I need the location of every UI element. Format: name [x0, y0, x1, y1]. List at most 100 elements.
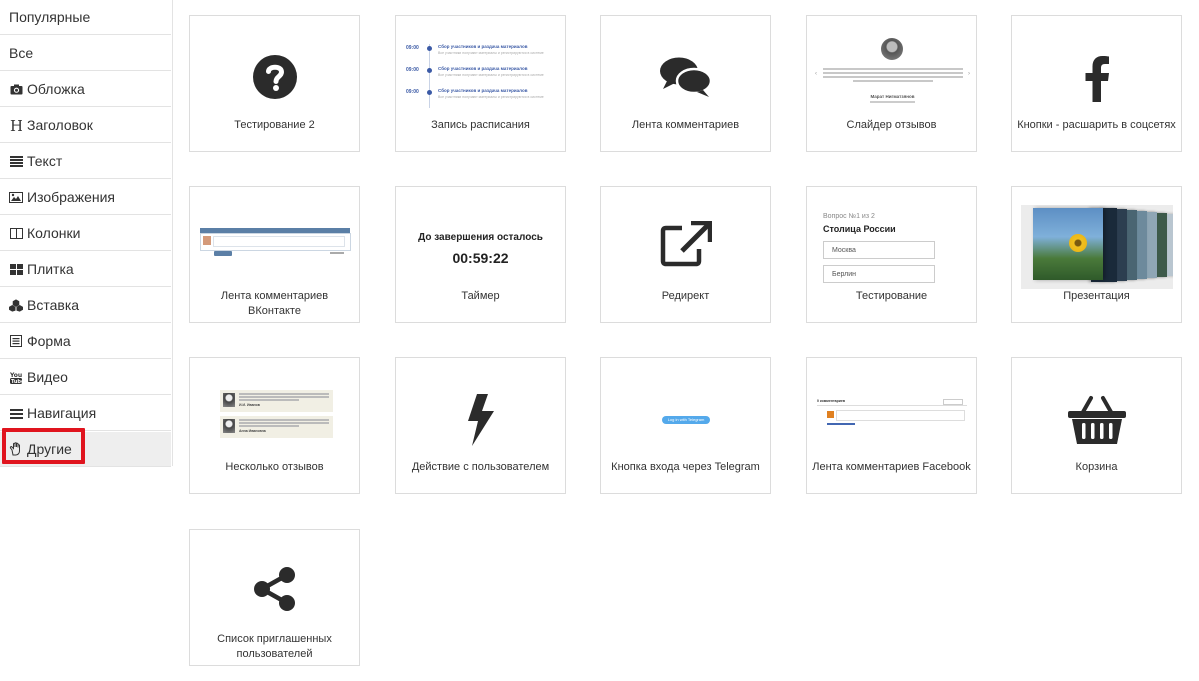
facebook-icon — [1012, 54, 1181, 102]
fb-avatar — [827, 411, 834, 418]
sidebar-item[interactable]: Навигация — [0, 396, 171, 431]
quiz-step: Вопрос №1 из 2 — [823, 213, 875, 220]
youtube-icon: YouTube — [9, 370, 23, 384]
fb-plugin — [827, 423, 855, 425]
sidebar-item[interactable]: Все — [0, 36, 171, 71]
sidebar-item-label: Форма — [27, 333, 71, 349]
fb-divider — [817, 405, 967, 406]
schedule-line — [429, 44, 430, 108]
review-line — [239, 393, 329, 395]
widget-card-label: Кнопки - расшарить в соцсетях — [1017, 119, 1176, 131]
share-icon — [190, 566, 359, 612]
fb-input — [836, 410, 965, 421]
menu-icon — [9, 406, 23, 420]
sidebar-item-label: Навигация — [27, 405, 97, 421]
quiz-option: Берлин — [823, 265, 935, 283]
widget-card[interactable]: 0 комментариев Лента комментариев Faceboo… — [806, 357, 977, 494]
widget-card[interactable]: Вопрос №1 из 2 Столица России Москва Берлин… — [806, 186, 977, 323]
widget-card-label: Тестирование — [855, 290, 928, 302]
sidebar-item-label: Изображения — [27, 189, 115, 205]
sidebar-item-label: Плитка — [27, 261, 74, 277]
schedule-desc: Все участники получают материалы и регис… — [438, 51, 544, 55]
sidebar-item-label: Видео — [27, 369, 68, 385]
widget-card-label: Действие с пользователем — [411, 461, 550, 473]
schedule-dot — [427, 46, 432, 51]
widget-card-label: Лента комментариев — [631, 119, 740, 131]
external-link-icon — [601, 221, 770, 267]
widget-card[interactable]: Кнопки - расшарить в соцсетях — [1011, 15, 1182, 152]
widget-card-label: Презентация — [1063, 290, 1130, 302]
sidebar-item[interactable]: H Заголовок — [0, 108, 171, 143]
sidebar-item[interactable]: Плитка — [0, 252, 171, 287]
arrow-right-icon: › — [968, 71, 970, 77]
review-line — [239, 396, 329, 398]
widget-card-label: Лента комментариев Facebook — [812, 461, 971, 473]
svg-text:You: You — [10, 372, 22, 379]
widget-card[interactable]: Редирект — [600, 186, 771, 323]
text-line — [823, 72, 963, 74]
sidebar-item-label: Заголовок — [27, 117, 93, 133]
sidebar-item[interactable]: Форма — [0, 324, 171, 359]
sidebar-item-label: Популярные — [9, 9, 91, 25]
sidebar-item[interactable]: YouTube Видео — [0, 360, 171, 395]
schedule-title: Сбор участников и раздача материалов — [438, 88, 528, 93]
sidebar-item-label: Обложка — [27, 81, 85, 97]
widget-card[interactable]: Список приглашенных пользователей — [189, 529, 360, 666]
sidebar-item[interactable]: Обложка — [0, 72, 171, 107]
sidebar-item[interactable]: Колонки — [0, 216, 171, 251]
widget-card[interactable]: Лента комментариев ВКонтакте — [189, 186, 360, 323]
basket-icon — [1012, 394, 1181, 446]
heading-icon: H — [9, 118, 23, 132]
reviews-preview: И.И. Иванов Анна Ивановна — [220, 390, 335, 445]
text-lines-icon — [9, 154, 23, 168]
widget-card[interactable]: Презентация — [1011, 186, 1182, 323]
widget-card[interactable]: Корзина — [1011, 357, 1182, 494]
category-sidebar: Популярные Все Обложка H Заголовок Текст Изобр… — [0, 0, 173, 467]
schedule-time: 09:00 — [406, 45, 419, 51]
review-line — [239, 419, 329, 421]
camera-icon — [9, 82, 23, 96]
schedule-time: 09:00 — [406, 67, 419, 73]
comments-icon — [601, 56, 770, 100]
sidebar-item[interactable]: Вставка — [0, 288, 171, 323]
sidebar-item[interactable]: Изображения — [0, 180, 171, 215]
vk-comments-preview — [200, 228, 351, 258]
text-line — [823, 76, 963, 78]
widget-card[interactable]: Лента комментариев — [600, 15, 771, 152]
widget-card-label: Лента комментариев ВКонтакте — [220, 290, 329, 317]
presentation-preview — [1021, 205, 1173, 289]
review-slider-preview: Марат Нигматзянов ‹ › — [815, 38, 970, 123]
review-name: Марат Нигматзянов — [870, 94, 915, 99]
cubes-icon — [9, 298, 23, 312]
sidebar-item[interactable]: Текст — [0, 144, 171, 179]
quiz-question: Столица России — [823, 224, 896, 234]
schedule-dot — [427, 68, 432, 73]
widget-card-label: Список приглашенных пользователей — [217, 633, 332, 660]
widget-card-label: Несколько отзывов — [225, 461, 324, 473]
timer-title: До завершения осталось — [418, 232, 543, 243]
sidebar-item-label: Колонки — [27, 225, 81, 241]
avatar — [881, 38, 903, 60]
review-avatar — [223, 393, 235, 407]
widget-card[interactable]: Марат Нигматзянов ‹ › Слайдер отзывов — [806, 15, 977, 152]
form-icon — [9, 334, 23, 348]
review-author: И.И. Иванов — [239, 403, 260, 407]
widget-card[interactable]: Действие с пользователем — [395, 357, 566, 494]
tiles-icon — [9, 262, 23, 276]
text-line — [853, 80, 933, 82]
telegram-login-preview: Log in with Telegram — [662, 416, 710, 424]
widget-card[interactable]: 09:00 Сбор участников и раздача материало… — [395, 15, 566, 152]
widget-card[interactable]: Тестирование 2 — [189, 15, 360, 152]
schedule-dot — [427, 90, 432, 95]
widget-card[interactable]: Log in with Telegram Кнопка входа через T… — [600, 357, 771, 494]
widget-card[interactable]: И.И. Иванов Анна Ивановна Несколько отзыво… — [189, 357, 360, 494]
schedule-desc: Все участники получают материалы и регис… — [438, 73, 544, 77]
sidebar-item-label: Текст — [27, 153, 63, 169]
review-sub — [870, 101, 915, 103]
widget-card-label: Слайдер отзывов — [846, 119, 937, 131]
widget-card[interactable]: До завершения осталось 00:59:22 Таймер — [395, 186, 566, 323]
sidebar-item[interactable]: Популярные — [0, 0, 171, 35]
quiz-preview: Вопрос №1 из 2 Столица России Москва Берлин — [823, 213, 963, 283]
widget-card-label: Кнопка входа через Telegram — [611, 461, 760, 473]
widget-card-label: Редирект — [661, 290, 710, 302]
